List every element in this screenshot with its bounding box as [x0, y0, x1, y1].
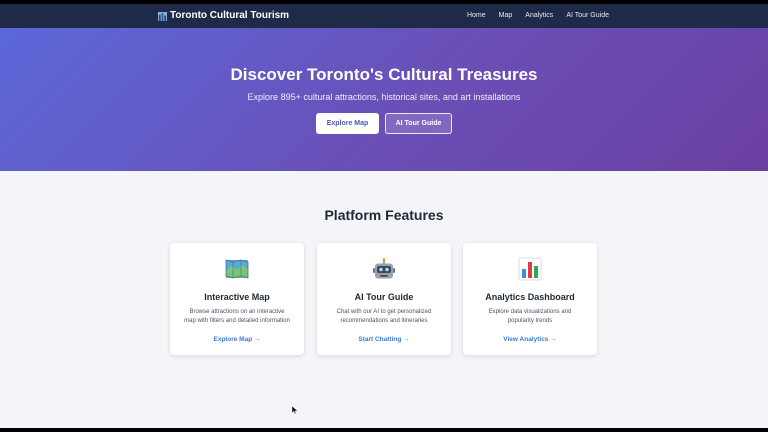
- hero-title: Discover Toronto's Cultural Treasures: [230, 65, 538, 84]
- feature-card-ai-guide: AI Tour Guide Chat with our AI to get pe…: [317, 243, 451, 355]
- bar-chart-icon: [518, 257, 542, 281]
- map-icon: [225, 259, 249, 279]
- browser-viewport: Toronto Cultural Tourism Home Map Analyt…: [0, 4, 768, 428]
- explore-map-link[interactable]: Explore Map →: [170, 335, 304, 344]
- card-title: AI Tour Guide: [354, 292, 414, 302]
- view-analytics-link[interactable]: View Analytics →: [463, 335, 597, 344]
- card-description-line: Explore data visualizations and: [488, 309, 572, 315]
- card-description: Browse attractions on an interactive map…: [178, 308, 296, 326]
- nav-analytics[interactable]: Analytics: [525, 10, 553, 22]
- hero-subtitle: Explore 895+ cultural attractions, histo…: [247, 92, 521, 102]
- start-chatting-link[interactable]: Start Chatting →: [317, 335, 451, 344]
- card-description-line: popularity trends: [507, 318, 553, 324]
- features-title: Platform Features: [324, 207, 444, 223]
- card-description-line: map with filters and detailed informatio…: [184, 318, 290, 324]
- card-description: Explore data visualizations and populari…: [471, 308, 589, 326]
- city-icon: [158, 11, 167, 21]
- navbar: Toronto Cultural Tourism Home Map Analyt…: [0, 4, 768, 28]
- ai-tour-guide-button[interactable]: AI Tour Guide: [385, 113, 452, 134]
- card-description-line: recommendations and itineraries: [340, 318, 428, 324]
- feature-card-map: Interactive Map Browse attractions on an…: [170, 243, 304, 355]
- brand-logo[interactable]: Toronto Cultural Tourism: [158, 9, 289, 23]
- hero-buttons: Explore Map AI Tour Guide: [0, 113, 768, 134]
- card-description-line: Chat with our AI to get personalized: [336, 309, 432, 315]
- mouse-cursor-icon: [292, 406, 298, 414]
- explore-map-button[interactable]: Explore Map: [316, 113, 379, 134]
- feature-card-analytics: Analytics Dashboard Explore data visuali…: [463, 243, 597, 355]
- card-description: Chat with our AI to get personalized rec…: [325, 308, 443, 326]
- card-title: Analytics Dashboard: [485, 292, 575, 302]
- robot-icon: [373, 258, 395, 279]
- card-title: Interactive Map: [204, 292, 270, 302]
- hero-section: Discover Toronto's Cultural Treasures Ex…: [0, 28, 768, 171]
- brand-text: Toronto Cultural Tourism: [170, 10, 290, 21]
- nav-home[interactable]: Home: [467, 10, 486, 22]
- nav-links: Home Map Analytics AI Tour Guide: [467, 10, 609, 22]
- nav-ai-tour-guide[interactable]: AI Tour Guide: [566, 10, 609, 22]
- nav-map[interactable]: Map: [499, 10, 513, 22]
- card-description-line: Browse attractions on an interactive: [189, 309, 285, 315]
